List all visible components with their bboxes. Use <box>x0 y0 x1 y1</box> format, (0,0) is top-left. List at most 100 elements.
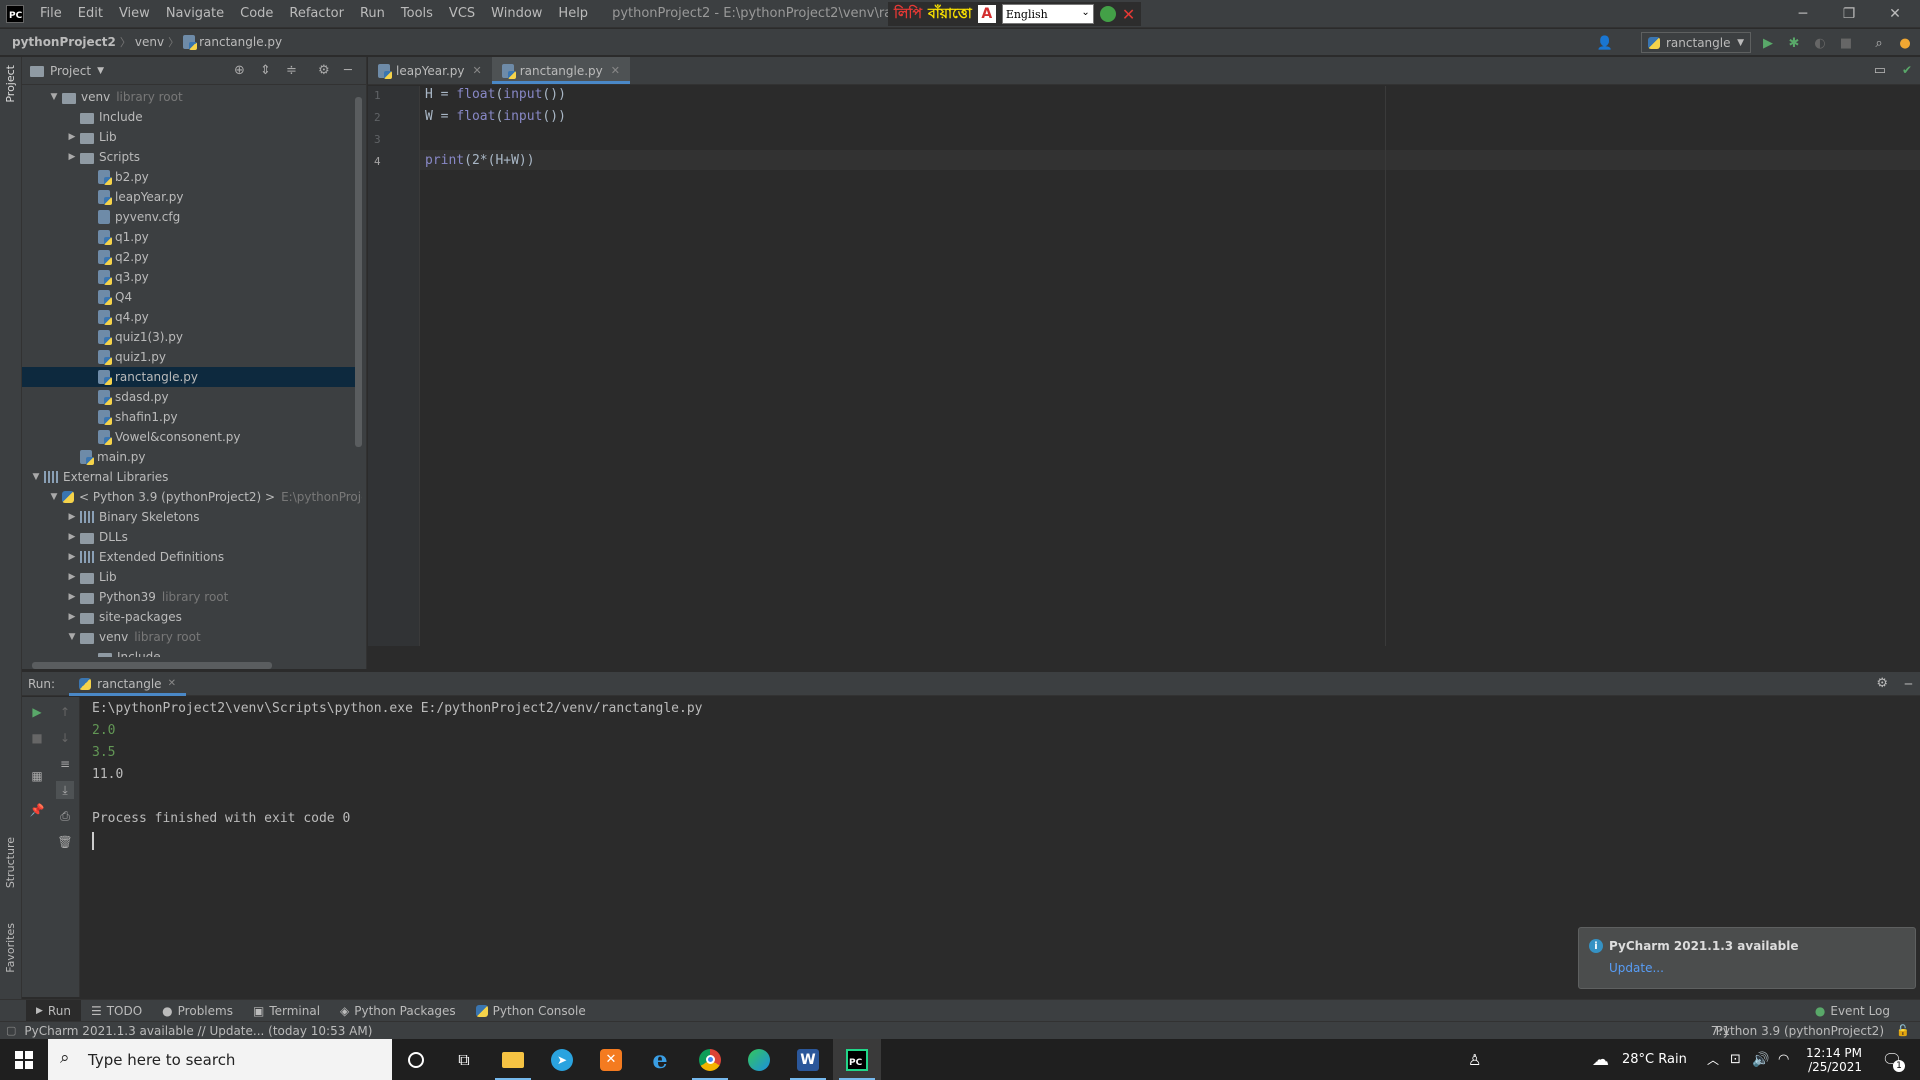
chevron-down-icon[interactable]: ▼ <box>46 92 62 102</box>
up-arrow-icon[interactable]: ↑ <box>56 703 74 721</box>
language-select[interactable]: English ⌄ <box>1001 4 1094 24</box>
reader-mode-icon[interactable]: ▭ <box>1874 63 1886 78</box>
tree-scrollbar[interactable] <box>355 97 362 447</box>
tree-item[interactable]: ▶ Lib <box>22 567 362 587</box>
menu-code[interactable]: Code <box>232 6 281 21</box>
run-icon[interactable]: ▶ <box>1759 34 1777 52</box>
menu-navigate[interactable]: Navigate <box>158 6 232 21</box>
tree-item[interactable]: ▶ Python39 library root <box>22 587 362 607</box>
stop-icon[interactable]: ■ <box>28 729 46 747</box>
chevron-down-icon[interactable]: ▼ <box>28 472 44 482</box>
tree-item[interactable]: ▶ Binary Skeletons <box>22 507 362 527</box>
tree-item[interactable]: main.py <box>22 447 362 467</box>
windows-start-button[interactable] <box>0 1039 48 1080</box>
menu-refactor[interactable]: Refactor <box>281 6 352 21</box>
chevron-down-icon[interactable]: ▼ <box>46 492 62 502</box>
stop-icon[interactable]: ■ <box>1837 34 1855 52</box>
tree-item[interactable]: Vowel&consonent.py <box>22 427 362 447</box>
print-icon[interactable]: ⎙ <box>56 807 74 825</box>
tree-item[interactable]: pyvenv.cfg <box>22 207 362 227</box>
menu-vcs[interactable]: VCS <box>441 6 483 21</box>
chevron-down-icon[interactable]: ▼ <box>64 632 80 642</box>
tree-item[interactable]: b2.py <box>22 167 362 187</box>
hide-icon[interactable]: ─ <box>344 63 352 78</box>
lock-icon[interactable]: 🔓 <box>1896 1024 1910 1037</box>
tree-item[interactable]: ▶ Extended Definitions <box>22 547 362 567</box>
inspection-ok-icon[interactable]: ✔ <box>1902 63 1912 77</box>
menu-file[interactable]: File <box>32 6 70 21</box>
tree-item[interactable]: Include <box>22 647 362 657</box>
xampp-app[interactable]: ✕ <box>587 1039 635 1080</box>
tree-item[interactable]: leapYear.py <box>22 187 362 207</box>
chevron-right-icon[interactable]: ▶ <box>64 152 80 162</box>
gear-icon[interactable]: ⚙ <box>1876 676 1888 691</box>
coverage-icon[interactable]: ◐ <box>1811 34 1829 52</box>
tree-item[interactable]: quiz1.py <box>22 347 362 367</box>
soft-wrap-icon[interactable]: ≡ <box>56 755 74 773</box>
chevron-up-icon[interactable]: ︿ <box>1707 1039 1719 1080</box>
tab-ranctangle[interactable]: ranctangle.py ✕ <box>491 57 631 84</box>
task-view-button[interactable]: ⧉ <box>440 1039 488 1080</box>
close-tab-icon[interactable]: ✕ <box>168 678 176 689</box>
code-editor[interactable]: 1 2 3 4 H = float(input()) W = float(inp… <box>368 86 1920 646</box>
tree-item[interactable]: q2.py <box>22 247 362 267</box>
project-tool-button[interactable]: Project <box>4 65 17 103</box>
go-icon[interactable] <box>1099 6 1116 22</box>
tree-item[interactable]: ▶ Scripts <box>22 147 362 167</box>
down-arrow-icon[interactable]: ↓ <box>56 729 74 747</box>
scroll-to-end-icon[interactable]: ⤓ <box>56 781 74 799</box>
tool-tab-problems[interactable]: ● Problems <box>152 1000 243 1022</box>
tree-item[interactable]: ▼ venv library root <box>22 87 362 107</box>
menu-help[interactable]: Help <box>550 6 596 21</box>
gear-icon[interactable]: ⚙ <box>318 63 330 78</box>
interpreter-indicator[interactable]: Python 3.9 (pythonProject2) <box>1716 1024 1884 1038</box>
people-icon[interactable]: ♙ <box>1468 1039 1481 1080</box>
tree-item[interactable]: ▼ < Python 3.9 (pythonProject2) > E:\pytho… <box>22 487 362 507</box>
tab-leapyear[interactable]: leapYear.py ✕ <box>368 57 492 84</box>
weather-icon[interactable]: ☁ <box>1592 1039 1609 1080</box>
close-tab-icon[interactable]: ✕ <box>611 64 620 77</box>
chrome-app[interactable] <box>686 1039 734 1080</box>
search-icon[interactable]: ⌕ <box>1870 34 1888 52</box>
tree-item[interactable]: ▶ Lib <box>22 127 362 147</box>
layout-icon[interactable]: ▦ <box>28 767 46 785</box>
tree-item[interactable]: ▶ DLLs <box>22 527 362 547</box>
tree-item[interactable]: shafin1.py <box>22 407 362 427</box>
chevron-right-icon[interactable]: ▶ <box>64 552 80 562</box>
run-config-select[interactable]: ranctangle ▼ <box>1641 32 1751 53</box>
menu-view[interactable]: View <box>111 6 158 21</box>
clock[interactable]: 12:14 PM /25/2021 <box>1800 1039 1862 1080</box>
favorites-tool-button[interactable]: Favorites <box>4 923 17 973</box>
telegram-app[interactable]: ➤ <box>538 1039 586 1080</box>
maximize-button[interactable]: ❐ <box>1826 0 1872 28</box>
pycharm-app[interactable]: PC <box>833 1039 881 1080</box>
hide-icon[interactable]: ─ <box>1905 677 1912 691</box>
chevron-right-icon[interactable]: ▶ <box>64 512 80 522</box>
cortana-button[interactable] <box>392 1039 440 1080</box>
close-button[interactable]: ✕ <box>1872 0 1918 28</box>
keyboard-letter-icon[interactable]: A <box>977 5 996 23</box>
wifi-icon[interactable]: ◠ <box>1778 1039 1789 1080</box>
weather-text[interactable]: 28°C Rain <box>1622 1039 1687 1080</box>
tool-tab-python-packages[interactable]: ◈ Python Packages <box>330 1000 466 1022</box>
update-link[interactable]: Update... <box>1609 961 1664 975</box>
chevron-right-icon[interactable]: ▶ <box>64 532 80 542</box>
tree-item[interactable]: Include <box>22 107 362 127</box>
run-tab-ranctangle[interactable]: ranctangle ✕ <box>69 672 186 696</box>
tree-item[interactable]: ▼ External Libraries <box>22 467 362 487</box>
chevron-right-icon[interactable]: ▶ <box>64 592 80 602</box>
tree-item[interactable]: sdasd.py <box>22 387 362 407</box>
chevron-down-icon[interactable]: ▼ <box>97 66 104 76</box>
volume-icon[interactable]: 🔊 <box>1752 1039 1769 1080</box>
chevron-right-icon[interactable]: ▶ <box>64 572 80 582</box>
tool-tab-run[interactable]: ▶ Run <box>26 999 81 1022</box>
debug-icon[interactable]: ✱ <box>1785 34 1803 52</box>
tree-horizontal-scrollbar[interactable] <box>32 662 272 669</box>
structure-tool-button[interactable]: Structure <box>4 837 17 888</box>
expand-all-icon[interactable]: ⇕ <box>260 63 271 78</box>
internet-explorer-app[interactable]: e <box>636 1039 684 1080</box>
minimize-button[interactable]: ─ <box>1780 0 1826 28</box>
status-message[interactable]: PyCharm 2021.1.3 available // Update... … <box>24 1024 372 1038</box>
network-icon[interactable]: ⊡ <box>1730 1039 1741 1080</box>
tool-tab-todo[interactable]: ☰ TODO <box>81 1000 152 1022</box>
